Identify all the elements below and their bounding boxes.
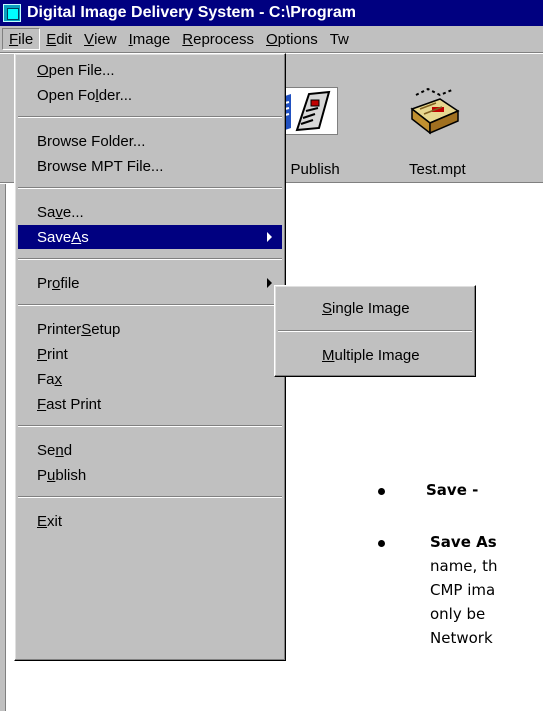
menu-item-open-file[interactable]: Open File... bbox=[18, 58, 282, 82]
submenu-arrow-icon bbox=[267, 232, 272, 242]
menu-separator bbox=[18, 258, 282, 260]
window-title: Digital Image Delivery System - C:\Progr… bbox=[27, 4, 356, 21]
menu-item-printer-setup[interactable]: Printer Setup bbox=[18, 317, 282, 341]
menu-separator bbox=[18, 187, 282, 189]
menu-item-save[interactable]: Sa v e... bbox=[18, 200, 282, 224]
bullet-dot bbox=[378, 540, 385, 547]
test-mpt-toolbar-label: Test.mpt bbox=[409, 161, 466, 178]
menu-separator bbox=[278, 330, 472, 332]
menu-separator bbox=[18, 496, 282, 498]
bullet-save-as-text: Save As bbox=[430, 533, 497, 551]
bullet-save-text: Save - bbox=[426, 481, 479, 499]
submenu-item-single-image[interactable]: Single Image bbox=[278, 296, 472, 320]
menu-options[interactable]: Options bbox=[260, 28, 324, 50]
menu-separator bbox=[18, 304, 282, 306]
menu-edit[interactable]: Edit bbox=[40, 28, 78, 50]
bullet-dot bbox=[378, 488, 385, 495]
menu-file[interactable]: File bbox=[2, 28, 41, 50]
menu-item-exit[interactable]: Exit bbox=[18, 509, 282, 533]
document-stack-icon bbox=[410, 87, 460, 135]
menu-view[interactable]: View bbox=[78, 28, 123, 50]
app-icon bbox=[3, 4, 21, 22]
menu-separator bbox=[18, 425, 282, 427]
help-line-4: Network bbox=[430, 629, 493, 647]
submenu-item-multiple-image[interactable]: Multiple Image bbox=[278, 343, 472, 367]
menu-item-open-folder[interactable]: Open Fo l der... bbox=[18, 83, 282, 107]
menu-item-print[interactable]: Print bbox=[18, 342, 282, 366]
test-mpt-toolbar-button[interactable] bbox=[406, 87, 466, 135]
window-left-edge bbox=[0, 184, 6, 711]
menu-item-profile[interactable]: Pr o file bbox=[18, 271, 282, 295]
submenu-arrow-icon bbox=[267, 278, 272, 288]
menu-item-browse-folder[interactable]: Browse Folder... bbox=[18, 129, 282, 153]
menu-item-browse-mpt-file[interactable]: Browse MPT File... bbox=[18, 154, 282, 178]
menu-item-publish[interactable]: Pu blish bbox=[18, 463, 282, 487]
help-line-3: only be bbox=[430, 605, 486, 623]
save-as-submenu: Single Image Multiple Image bbox=[274, 285, 476, 377]
menu-tw[interactable]: Tw bbox=[324, 28, 355, 50]
menu-bar: File Edit View Image Reprocess Options T… bbox=[0, 26, 543, 53]
publish-toolbar-button[interactable] bbox=[278, 87, 338, 135]
publish-toolbar-label: d Publish bbox=[278, 161, 340, 178]
menu-separator bbox=[18, 116, 282, 118]
help-line-2: CMP ima bbox=[430, 581, 496, 599]
publish-icon bbox=[279, 88, 337, 134]
file-menu: Open File... Open Fo l der... Browse Folde… bbox=[14, 53, 286, 661]
menu-reprocess[interactable]: Reprocess bbox=[176, 28, 260, 50]
menu-item-send[interactable]: Se n d bbox=[18, 438, 282, 462]
title-bar[interactable]: Digital Image Delivery System - C:\Progr… bbox=[0, 0, 543, 26]
help-line-1: name, th bbox=[430, 557, 498, 575]
menu-item-fax[interactable]: Fa x bbox=[18, 367, 282, 391]
menu-image[interactable]: Image bbox=[123, 28, 177, 50]
menu-item-save-as[interactable]: Save As bbox=[18, 225, 282, 249]
menu-item-fast-print[interactable]: Fast Print bbox=[18, 392, 282, 416]
